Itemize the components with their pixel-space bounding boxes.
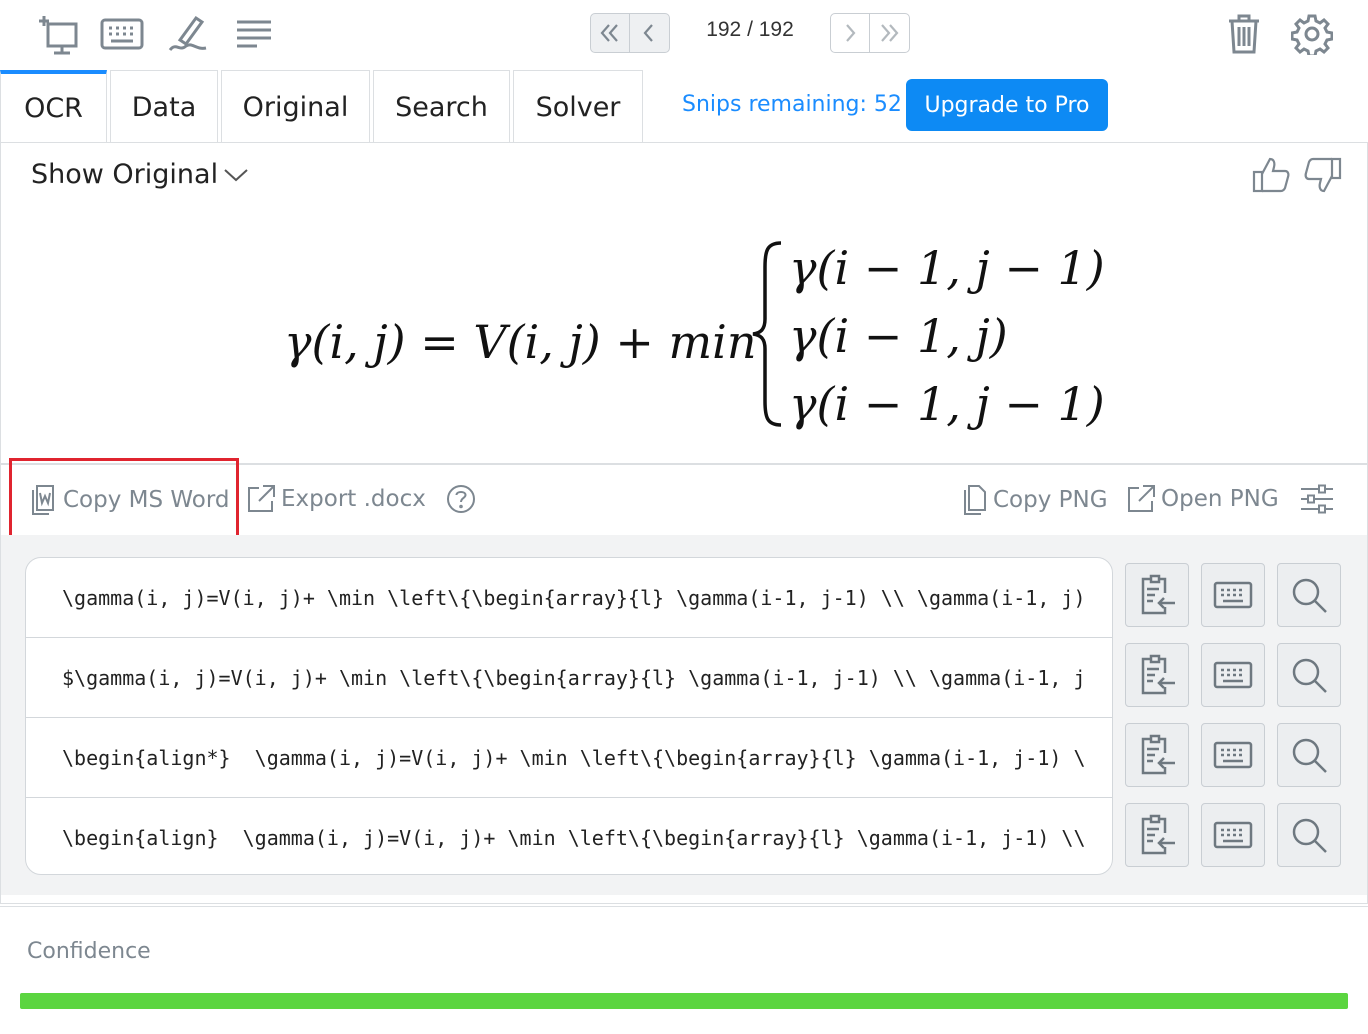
nav-forward-group [830,13,910,53]
settings-sliders-icon[interactable] [1299,483,1339,515]
show-original-toggle[interactable]: Show Original [31,159,250,190]
help-icon[interactable] [445,483,481,515]
keyboard-icon[interactable] [1201,563,1265,627]
paste-clipboard-icon[interactable] [1125,563,1189,627]
draw-icon[interactable] [160,8,216,60]
rendered-equation: γ(i, j) = V(i, j) + min γ(i − 1, j − 1) … [1,233,1368,453]
snips-remaining: Snips remaining: 52 [682,92,902,117]
latex-row-1[interactable]: \gamma(i, j)=V(i, j)+ \min \left\{\begin… [26,558,1112,638]
equation-case-2: γ(i − 1, j) [789,309,1008,363]
export-docx-label: Export .docx [281,486,426,512]
thumbs-up-icon[interactable] [1251,155,1291,195]
keyboard-icon[interactable] [1201,803,1265,867]
highlight-box [9,458,239,540]
keyboard-icon[interactable] [94,8,150,60]
keyboard-icon[interactable] [1201,643,1265,707]
top-toolbar: 192 / 192 [0,0,1368,70]
search-icon[interactable] [1277,723,1341,787]
confidence-label: Confidence [27,939,151,964]
paste-clipboard-icon[interactable] [1125,723,1189,787]
latex-output-list: \gamma(i, j)=V(i, j)+ \min \left\{\begin… [25,557,1113,875]
tab-solver[interactable]: Solver [513,70,643,143]
first-page-button[interactable] [591,14,629,52]
copy-icon [964,485,986,515]
external-link-icon [248,485,275,512]
tab-bar: OCR Data Original Search Solver [0,70,646,143]
confidence-section: Confidence [0,906,1368,1034]
tab-original[interactable]: Original [221,70,370,143]
keyboard-icon[interactable] [1201,723,1265,787]
latex-row-2[interactable]: $\gamma(i, j)=V(i, j)+ \min \left\{\begi… [26,638,1112,718]
latex-row-4[interactable]: \begin{align} \gamma(i, j)=V(i, j)+ \min… [26,798,1112,874]
latex-output-area: \gamma(i, j)=V(i, j)+ \min \left\{\begin… [1,535,1367,895]
copy-png-button[interactable]: Copy PNG [959,483,1108,517]
equation-lhs: γ(i, j) = V(i, j) + min [284,315,757,369]
upgrade-button[interactable]: Upgrade to Pro [906,79,1108,131]
open-png-button[interactable]: Open PNG [1125,483,1279,515]
export-docx-button[interactable]: Export .docx [245,483,426,515]
paste-clipboard-icon[interactable] [1125,643,1189,707]
tab-ocr[interactable]: OCR [0,70,107,143]
latex-row-3[interactable]: \begin{align*} \gamma(i, j)=V(i, j)+ \mi… [26,718,1112,798]
confidence-bar [20,993,1348,1009]
external-link-icon [1128,485,1155,512]
equation-case-3: γ(i − 1, j − 1) [789,377,1105,431]
tab-data[interactable]: Data [110,70,218,143]
search-icon[interactable] [1277,643,1341,707]
ocr-panel: Show Original γ(i, j) = V(i, j) + min γ(… [0,142,1368,904]
show-original-label: Show Original [31,159,219,190]
next-page-button[interactable] [831,14,869,52]
confidence-bar-fill [20,993,1348,1009]
prev-page-button[interactable] [629,14,667,52]
open-png-label: Open PNG [1161,486,1279,512]
nav-back-group [590,13,670,53]
menu-icon[interactable] [226,8,282,60]
tab-search[interactable]: Search [373,70,510,143]
trash-icon[interactable] [1216,8,1272,60]
paste-clipboard-icon[interactable] [1125,803,1189,867]
left-brace [749,239,789,433]
search-icon[interactable] [1277,563,1341,627]
copy-png-label: Copy PNG [993,487,1108,513]
equation-case-1: γ(i − 1, j − 1) [789,241,1105,295]
thumbs-down-icon[interactable] [1303,155,1343,195]
page-counter: 192 / 192 [706,18,794,41]
search-icon[interactable] [1277,803,1341,867]
chevron-down-icon [224,168,248,181]
gear-icon[interactable] [1284,8,1340,60]
last-page-button[interactable] [869,14,907,52]
new-snip-icon[interactable] [30,8,86,60]
